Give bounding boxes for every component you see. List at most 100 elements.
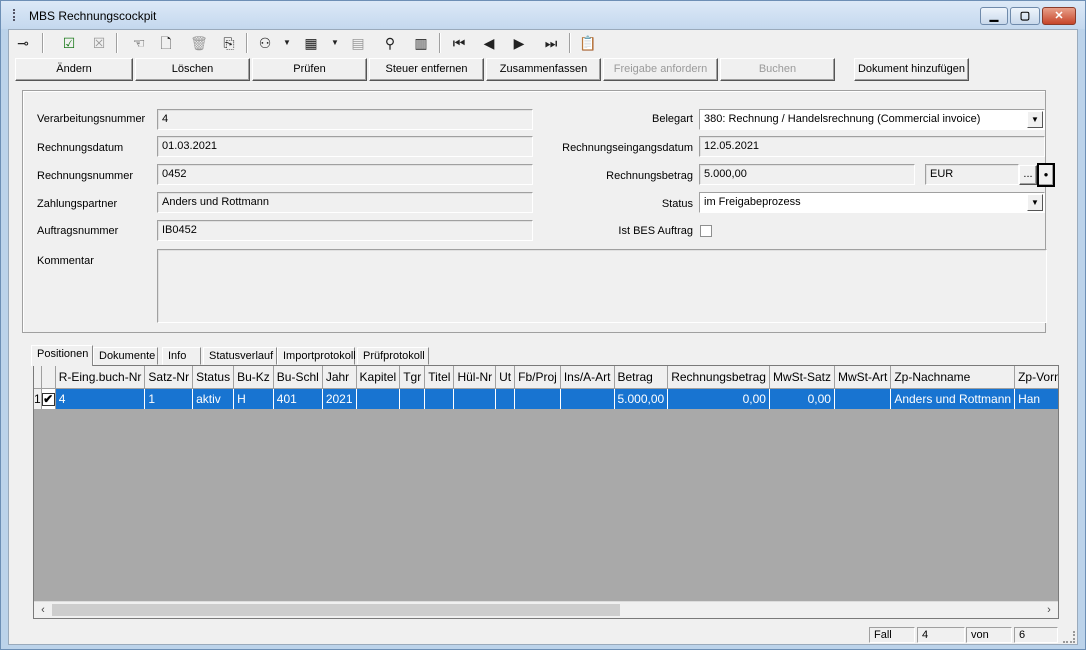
columns-icon[interactable]: ▥ (411, 33, 431, 53)
table-cell[interactable]: 2021 (322, 388, 357, 409)
table-cell[interactable]: Han (1014, 388, 1058, 409)
copy-icon[interactable]: ⎘ (219, 33, 239, 53)
table-cell[interactable]: 401 (273, 388, 323, 409)
grid-icon[interactable]: ▤ (348, 33, 368, 53)
table-cell[interactable]: Anders und Rottmann (890, 388, 1016, 409)
table-cell[interactable]: 4 (55, 388, 146, 409)
tab-info[interactable]: Info (162, 347, 201, 365)
rechnungsdatum-field[interactable]: 01.03.2021 (157, 136, 533, 157)
column-header[interactable]: Jahr (322, 366, 357, 389)
reject-icon[interactable]: ☒ (89, 33, 109, 53)
scroll-right-icon[interactable]: › (1041, 603, 1057, 618)
aendern-button[interactable]: Ändern (15, 58, 133, 81)
table-row[interactable]: 1 ✔ 4 1 aktiv H 401 2021 5.000,00 0,00 0… (34, 388, 1058, 409)
column-header[interactable]: Satz-Nr (144, 366, 194, 389)
column-header[interactable]: MwSt-Satz (769, 366, 835, 389)
hand-icon[interactable]: ☜ (129, 33, 149, 53)
resize-grip-icon[interactable] (1063, 631, 1075, 643)
window-menu-grip[interactable] (13, 9, 15, 21)
buchen-button[interactable]: Buchen (720, 58, 835, 81)
chevron-down-icon[interactable]: ▼ (277, 33, 297, 53)
column-header[interactable]: MwSt-Art (834, 366, 892, 389)
minimize-button[interactable]: ▁ (980, 7, 1008, 25)
auftragsnummer-field[interactable]: IB0452 (157, 220, 533, 241)
loeschen-button[interactable]: Löschen (135, 58, 250, 81)
table-cell[interactable] (356, 388, 401, 409)
table-cell[interactable]: 0,00 (667, 388, 770, 409)
tab-pruefprotokoll[interactable]: Prüfprotokoll (357, 347, 429, 365)
maximize-button[interactable]: ▢ (1010, 7, 1040, 25)
first-icon[interactable]: ⏮ (449, 33, 469, 53)
positions-grid[interactable]: R-Eing.buch-Nr Satz-Nr Status Bu-Kz Bu-S… (33, 365, 1059, 619)
next-icon[interactable]: ▶ (509, 33, 529, 53)
view-icon[interactable]: ▦ (301, 33, 321, 53)
bes-auftrag-checkbox[interactable] (700, 225, 712, 237)
column-header[interactable]: Betrag (614, 366, 669, 389)
table-cell[interactable]: 5.000,00 (614, 388, 669, 409)
table-cell[interactable]: 0,00 (769, 388, 835, 409)
kommentar-textarea[interactable] (157, 249, 1047, 323)
table-cell[interactable] (453, 388, 497, 409)
freigabe-anfordern-button[interactable]: Freigabe anfordern (603, 58, 718, 81)
title-bar[interactable]: MBS Rechnungscockpit ▁ ▢ ✕ (1, 1, 1085, 29)
column-header[interactable]: Kapitel (356, 366, 401, 389)
table-cell[interactable]: 1 (144, 388, 194, 409)
currency-dropdown-button[interactable]: ● (1037, 163, 1055, 187)
eingangsdatum-field[interactable]: 12.05.2021 (699, 136, 1045, 157)
zahlungspartner-field[interactable]: Anders und Rottmann (157, 192, 533, 213)
column-header[interactable]: Ut (495, 366, 516, 389)
pin-icon[interactable]: ⊸ (13, 33, 33, 53)
tab-statusverlauf[interactable]: Statusverlauf (203, 347, 277, 365)
find-icon[interactable]: ⚲ (380, 33, 400, 53)
export-icon[interactable]: 📋 (578, 33, 598, 53)
column-header[interactable]: Fb/Proj (514, 366, 561, 389)
table-cell[interactable] (399, 388, 426, 409)
tab-importprotokoll[interactable]: Importprotokoll (277, 347, 356, 365)
column-header[interactable]: Ins/A-Art (560, 366, 615, 389)
column-header[interactable]: Titel (424, 366, 455, 389)
steuer-entfernen-button[interactable]: Steuer entfernen (369, 58, 484, 81)
binoculars-icon[interactable]: ⚇ (255, 33, 275, 53)
close-button[interactable]: ✕ (1042, 7, 1076, 25)
scroll-thumb[interactable] (52, 604, 620, 616)
dokument-hinzufuegen-button[interactable]: Dokument hinzufügen (854, 58, 969, 81)
tab-positionen[interactable]: Positionen (31, 345, 93, 366)
chevron-down-icon[interactable]: ▼ (325, 33, 345, 53)
belegart-select[interactable]: 380: Rechnung / Handelsrechnung (Commerc… (699, 109, 1045, 130)
delete-bin-icon[interactable]: 🗑 (189, 33, 209, 53)
table-cell[interactable] (514, 388, 561, 409)
table-cell[interactable] (424, 388, 455, 409)
new-document-icon[interactable]: 🗋 (156, 33, 176, 53)
column-header[interactable]: Tgr (399, 366, 426, 389)
zusammenfassen-button[interactable]: Zusammenfassen (486, 58, 601, 81)
chevron-down-icon[interactable]: ▼ (1027, 194, 1043, 211)
currency-field[interactable]: EUR (925, 164, 1019, 185)
rechnungsnummer-field[interactable]: 0452 (157, 164, 533, 185)
last-icon[interactable]: ⏭ (541, 33, 561, 53)
column-header[interactable]: Bu-Schl (273, 366, 323, 389)
tab-dokumente[interactable]: Dokumente (93, 347, 158, 365)
column-header[interactable]: R-Eing.buch-Nr (55, 366, 146, 389)
table-cell[interactable] (560, 388, 615, 409)
previous-icon[interactable]: ◀ (479, 33, 499, 53)
approve-icon[interactable]: ☑ (59, 33, 79, 53)
chevron-down-icon[interactable]: ▼ (1027, 111, 1043, 128)
column-header[interactable]: Bu-Kz (233, 366, 274, 389)
column-header[interactable]: Zp-Vorname (1014, 366, 1058, 389)
status-select[interactable]: im Freigabeprozess ▼ (699, 192, 1045, 213)
column-header[interactable]: Rechnungsbetrag (667, 366, 770, 389)
table-cell[interactable] (495, 388, 516, 409)
verarbeitungsnummer-field[interactable]: 4 (157, 109, 533, 130)
column-header[interactable]: Zp-Nachname (890, 366, 1016, 389)
pruefen-button[interactable]: Prüfen (252, 58, 367, 81)
rechnungsbetrag-field[interactable]: 5.000,00 (699, 164, 915, 185)
table-cell[interactable] (834, 388, 892, 409)
table-cell[interactable]: H (233, 388, 274, 409)
currency-more-button[interactable]: ... (1019, 165, 1037, 185)
table-cell[interactable]: aktiv (192, 388, 235, 409)
row-number[interactable]: 1 (34, 388, 42, 409)
horizontal-scrollbar[interactable]: ‹ › (34, 601, 1058, 618)
column-header[interactable]: Hül-Nr (453, 366, 497, 389)
column-header[interactable]: Status (192, 366, 235, 389)
scroll-left-icon[interactable]: ‹ (35, 603, 51, 618)
